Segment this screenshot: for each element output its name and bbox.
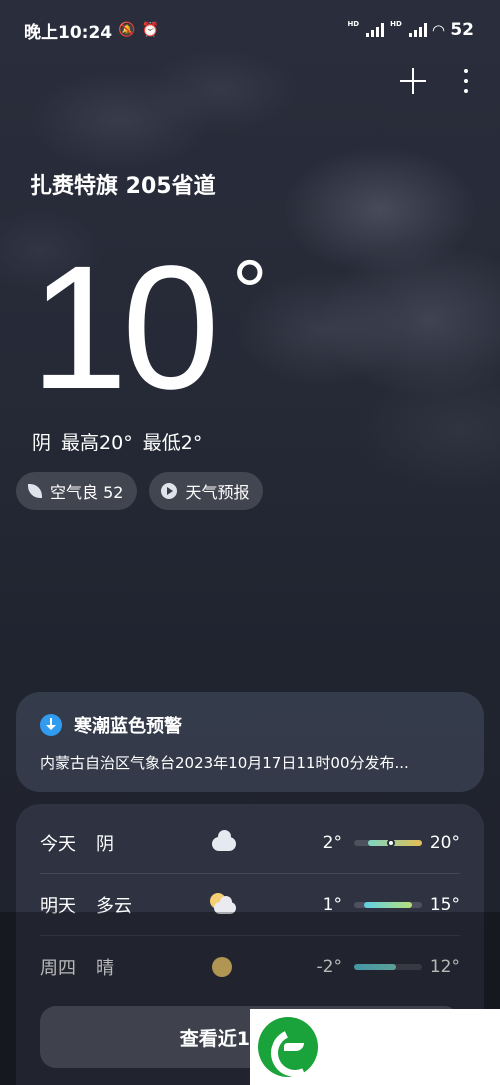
sun-icon: [210, 953, 238, 981]
forecast-high: 12°: [429, 957, 460, 977]
location-title[interactable]: 扎赉特旗 205省道: [30, 168, 216, 200]
info-chips: 空气良 52 天气预报: [16, 472, 264, 510]
play-icon: [161, 483, 178, 499]
condition-summary: 阴 最高20° 最低2°: [32, 432, 203, 454]
wifi-icon: ◠: [432, 21, 445, 39]
partly-cloudy-icon: [210, 891, 238, 919]
forecast-low: -2°: [316, 957, 342, 977]
temperature-range-fill: [354, 964, 397, 970]
forecast-day: 今天: [40, 833, 76, 855]
forecast-low: 1°: [322, 894, 342, 915]
alert-download-icon: [40, 714, 62, 736]
degree-symbol: °: [231, 243, 268, 343]
forecast-video-chip[interactable]: 天气预报: [149, 472, 264, 510]
temperature-value: 10: [30, 230, 220, 426]
current-temperature: 10 °: [30, 240, 268, 416]
temperature-range-fill: [364, 901, 412, 908]
signal-icon: [408, 23, 427, 37]
cloud-icon: [210, 829, 238, 857]
forecast-row-tomorrow[interactable]: 明天 多云 1° 15°: [40, 874, 460, 936]
alert-description: 内蒙古自治区气象台2023年10月17日11时00分发布...: [40, 754, 409, 772]
watermark-box: [250, 1009, 500, 1085]
top-actions: [400, 68, 470, 94]
add-city-icon[interactable]: [400, 68, 426, 94]
alert-title: 寒潮蓝色预警: [74, 716, 182, 737]
temperature-range-bar: [354, 838, 422, 847]
forecast-condition: 多云: [96, 895, 132, 917]
forecast-condition: 晴: [96, 958, 114, 979]
temperature-range-bar: [354, 901, 422, 908]
mute-icon: 🔕: [118, 22, 136, 38]
alarm-icon: ⏰: [141, 22, 159, 38]
more-options-icon[interactable]: [462, 69, 470, 93]
status-time: 晚上10:24: [24, 22, 113, 43]
current-temp-marker: [387, 838, 396, 847]
air-quality-label: 空气良 52: [50, 483, 124, 502]
hd-badge: HD: [390, 20, 402, 28]
watermark-logo-icon: [258, 1017, 318, 1077]
temperature-range-bar: [354, 964, 422, 970]
air-quality-chip[interactable]: 空气良 52: [16, 472, 138, 510]
weather-alert-card[interactable]: 寒潮蓝色预警 内蒙古自治区气象台2023年10月17日11时00分发布...: [16, 692, 484, 792]
leaf-icon: [28, 484, 42, 498]
forecast-high: 15°: [429, 894, 460, 915]
forecast-video-label: 天气预报: [185, 483, 250, 502]
forecast-low: 2°: [322, 832, 342, 853]
battery-level: 52: [450, 20, 474, 40]
forecast-row-today[interactable]: 今天 阴 2° 20°: [40, 812, 460, 874]
forecast-condition: 阴: [96, 833, 114, 855]
forecast-high: 20°: [429, 832, 460, 853]
hd-badge: HD: [347, 20, 360, 28]
forecast-row-thursday[interactable]: 周四 晴 -2° 12°: [40, 936, 460, 998]
forecast-day: 周四: [40, 958, 76, 979]
signal-icon: [366, 23, 385, 37]
status-bar: 晚上10:24 🔕 ⏰ HD HD ◠ 52: [0, 0, 500, 60]
forecast-day: 明天: [40, 895, 76, 917]
